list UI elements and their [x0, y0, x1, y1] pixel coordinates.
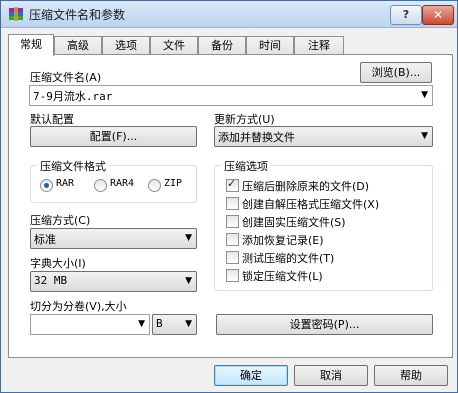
browse-button[interactable]: 浏览(B)... — [360, 62, 432, 83]
lock-archive-label[interactable]: 锁定压缩文件(L) — [242, 268, 323, 284]
tab-backup[interactable]: 备份 — [198, 36, 246, 54]
test-archived-files-label[interactable]: 测试压缩的文件(T) — [242, 250, 334, 266]
create-solid-checkbox[interactable] — [226, 215, 239, 228]
create-sfx-label[interactable]: 创建自解压格式压缩文件(X) — [242, 196, 379, 212]
format-rar-radio[interactable] — [40, 179, 53, 192]
format-zip-radio[interactable] — [148, 179, 161, 192]
chevron-down-icon: ▼ — [185, 319, 192, 329]
archive-options-title: 压缩选项 — [221, 158, 271, 174]
create-solid-label[interactable]: 创建固实压缩文件(S) — [242, 214, 346, 230]
chevron-down-icon: ▼ — [185, 276, 192, 286]
test-archived-files-checkbox[interactable] — [226, 251, 239, 264]
add-recovery-record-checkbox[interactable] — [226, 233, 239, 246]
lock-archive-checkbox[interactable] — [226, 269, 239, 282]
format-rar4-radio[interactable] — [94, 179, 107, 192]
split-unit-select[interactable]: B ▼ — [152, 314, 197, 335]
update-mode-select[interactable]: 添加并替换文件 ▼ — [214, 126, 433, 147]
update-mode-value: 添加并替换文件 — [218, 131, 295, 144]
compression-method-value: 标准 — [34, 233, 56, 246]
archive-format-group: 压缩文件格式 RAR RAR4 ZIP — [30, 158, 197, 203]
archive-format-title: 压缩文件格式 — [37, 158, 109, 174]
dictionary-size-select[interactable]: 32 MB ▼ — [30, 271, 197, 292]
tab-options[interactable]: 选项 — [102, 36, 150, 54]
general-tab-panel: 压缩文件名(A) 浏览(B)... 7-9月流水.rar ▼ 默认配置 配置(F… — [8, 54, 453, 358]
title-bar: 压缩文件名和参数 ? ✕ — [1, 1, 457, 28]
delete-after-archiving-checkbox[interactable]: ✓ — [226, 177, 239, 192]
dictionary-size-value: 32 MB — [34, 274, 68, 287]
archive-options-group: 压缩选项 ✓ 压缩后删除原来的文件(D) 创建自解压格式压缩文件(X) 创建固实… — [214, 158, 433, 291]
chevron-down-icon: ▼ — [421, 131, 428, 141]
add-recovery-record-label[interactable]: 添加恢复记录(E) — [242, 232, 324, 248]
format-rar-label[interactable]: RAR — [56, 178, 74, 189]
set-password-button[interactable]: 设置密码(P)... — [216, 314, 433, 335]
tab-advanced[interactable]: 高级 — [54, 36, 102, 54]
format-rar4-label[interactable]: RAR4 — [110, 178, 134, 189]
archive-name-input[interactable]: 7-9月流水.rar ▼ — [29, 85, 433, 106]
update-mode-label: 更新方式(U) — [214, 113, 275, 126]
chevron-down-icon: ▼ — [185, 233, 192, 243]
radio-selected-dot — [44, 183, 49, 188]
format-zip-label[interactable]: ZIP — [164, 178, 182, 189]
profiles-button[interactable]: 配置(F)... — [30, 126, 197, 147]
split-volumes-input[interactable]: ▼ — [30, 314, 150, 335]
chevron-down-icon[interactable]: ▼ — [138, 319, 145, 329]
tab-general[interactable]: 常规 — [8, 34, 54, 56]
profile-label: 默认配置 — [30, 113, 74, 126]
split-unit-value: B — [156, 317, 163, 330]
tab-time[interactable]: 时间 — [246, 36, 294, 54]
tab-files[interactable]: 文件 — [150, 36, 198, 54]
create-sfx-checkbox[interactable] — [226, 197, 239, 210]
help-button[interactable]: 帮助 — [374, 365, 448, 386]
title-help-button[interactable]: ? — [390, 5, 422, 25]
title-close-button[interactable]: ✕ — [422, 5, 454, 25]
ok-button[interactable]: 确定 — [214, 365, 288, 386]
archive-name-label: 压缩文件名(A) — [30, 71, 102, 84]
delete-after-archiving-label[interactable]: 压缩后删除原来的文件(D) — [242, 178, 369, 194]
tab-comment[interactable]: 注释 — [294, 36, 344, 54]
compression-method-label: 压缩方式(C) — [30, 214, 91, 227]
dialog-window: 压缩文件名和参数 ? ✕ 常规 高级 选项 文件 备份 时间 注释 压缩文件名(… — [0, 0, 458, 393]
window-title: 压缩文件名和参数 — [29, 8, 126, 22]
check-icon: ✓ — [227, 177, 237, 190]
split-volumes-label: 切分为分卷(V),大小 — [30, 300, 127, 313]
winrar-books-icon — [9, 7, 23, 21]
cancel-button[interactable]: 取消 — [294, 365, 368, 386]
compression-method-select[interactable]: 标准 ▼ — [30, 228, 197, 249]
archive-name-value: 7-9月流水.rar — [33, 90, 113, 103]
chevron-down-icon[interactable]: ▼ — [421, 90, 428, 100]
dictionary-size-label: 字典大小(I) — [30, 257, 86, 270]
